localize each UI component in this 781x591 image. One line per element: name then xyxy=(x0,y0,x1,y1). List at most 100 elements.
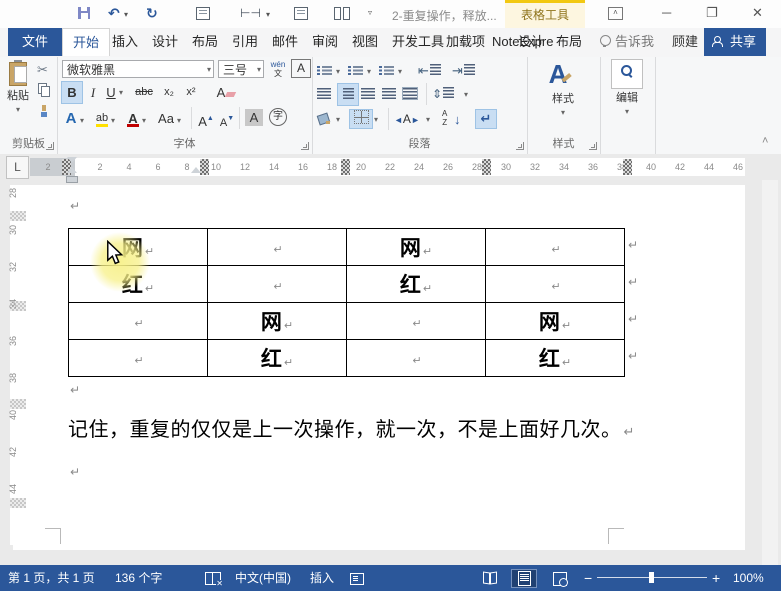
table-column-marker[interactable] xyxy=(482,159,491,175)
format-painter-icon[interactable] xyxy=(38,105,50,117)
table-cell[interactable]: 红↵ xyxy=(486,340,625,377)
zoom-out-button[interactable]: − xyxy=(584,565,592,591)
doc-table[interactable]: 网↵↵网↵↵红↵↵红↵↵↵网↵↵网↵↵红↵↵红↵ xyxy=(68,228,625,377)
table-cell[interactable]: ↵ xyxy=(208,266,347,303)
language-indicator[interactable]: 中文(中国) xyxy=(235,565,291,591)
vertical-ruler[interactable]: 283032343638404244 xyxy=(10,185,26,545)
distribute-icon[interactable] xyxy=(403,84,417,105)
styles-button[interactable]: A 样式▾ xyxy=(535,59,591,118)
highlight-dropdown-icon[interactable]: ▾ xyxy=(111,110,115,131)
two-pages-icon[interactable] xyxy=(334,7,350,19)
minimize-icon[interactable]: ─ xyxy=(662,5,671,21)
save-icon[interactable] xyxy=(78,7,90,19)
table-row-marker[interactable] xyxy=(10,498,26,508)
table-cell[interactable]: 红↵ xyxy=(208,340,347,377)
numbering-icon[interactable] xyxy=(348,61,364,82)
print-preview-icon[interactable] xyxy=(294,7,308,20)
character-border-icon[interactable]: A xyxy=(291,59,311,78)
right-indent-marker[interactable] xyxy=(191,167,201,173)
underline-button[interactable]: U xyxy=(103,82,119,103)
font-dialog-launcher-icon[interactable] xyxy=(301,142,309,150)
table-row-marker[interactable] xyxy=(10,399,26,409)
word-count[interactable]: 136 个字 xyxy=(115,565,162,591)
read-mode-icon[interactable] xyxy=(478,570,502,587)
ribbon-display-options-icon[interactable]: ˄ xyxy=(608,7,623,20)
superscript-button[interactable]: x² xyxy=(181,82,201,103)
styles-dialog-launcher-icon[interactable] xyxy=(589,142,597,150)
change-case-dropdown-icon[interactable]: ▾ xyxy=(177,110,181,131)
tab-table-layout[interactable]: 布局 xyxy=(546,28,592,56)
table-cell[interactable]: 网↵ xyxy=(486,303,625,340)
sort-icon[interactable]: AZ xyxy=(442,107,447,130)
cut-icon[interactable]: ✂ xyxy=(37,59,48,80)
table-cell[interactable]: ↵ xyxy=(69,303,208,340)
table-cell[interactable]: ↵ xyxy=(208,229,347,266)
increase-indent-icon[interactable]: ⇥ xyxy=(452,60,475,81)
text-effects-icon[interactable]: A xyxy=(62,108,80,129)
highlight-color-icon[interactable]: ab xyxy=(93,108,111,129)
font-size-combo[interactable]: 三号▾ xyxy=(218,60,264,78)
align-right-icon[interactable] xyxy=(361,84,375,105)
hanging-indent-marker[interactable] xyxy=(67,167,77,173)
shading-dropdown-icon[interactable]: ▾ xyxy=(336,109,340,130)
qat-customize-icon[interactable]: ▿ xyxy=(368,8,372,17)
change-case-button[interactable]: Aa xyxy=(155,108,177,129)
font-color-icon[interactable]: A xyxy=(124,108,142,129)
align-center-icon[interactable] xyxy=(338,84,358,105)
borders-dropdown-icon[interactable]: ▾ xyxy=(374,109,378,130)
proofing-icon[interactable] xyxy=(205,572,221,585)
bold-button[interactable]: B xyxy=(62,82,82,103)
table-row-marker[interactable] xyxy=(10,211,26,221)
table-cell[interactable]: 红↵ xyxy=(347,266,486,303)
table-column-marker[interactable] xyxy=(200,159,209,175)
table-column-marker[interactable] xyxy=(341,159,350,175)
table-row-marker[interactable] xyxy=(10,301,26,311)
character-shading-icon[interactable]: A xyxy=(245,109,263,126)
collapse-ribbon-icon[interactable]: ˄ xyxy=(762,135,768,147)
text-box-icon[interactable] xyxy=(196,7,210,20)
table-cell[interactable]: 网↵ xyxy=(208,303,347,340)
font-color-dropdown-icon[interactable]: ▾ xyxy=(142,110,146,131)
zoom-slider-thumb[interactable] xyxy=(649,572,654,583)
print-layout-icon[interactable] xyxy=(512,570,536,587)
paragraph-dialog-launcher-icon[interactable] xyxy=(516,142,524,150)
clear-formatting-icon[interactable]: A xyxy=(215,82,237,103)
left-indent-marker[interactable] xyxy=(66,176,78,183)
show-hide-marks-icon[interactable]: ↵ xyxy=(476,110,496,128)
vertical-scrollbar[interactable] xyxy=(762,180,778,565)
grow-font-button[interactable]: A▲ xyxy=(197,108,215,129)
table-cell[interactable]: ↵ xyxy=(486,266,625,303)
insert-mode-indicator[interactable]: 插入 xyxy=(310,565,334,591)
table-cell[interactable]: 网↵ xyxy=(347,229,486,266)
character-scaling-icon[interactable]: ◄A► xyxy=(394,109,420,130)
text-effects-dropdown-icon[interactable]: ▾ xyxy=(80,110,84,131)
table-cell[interactable]: ↵ xyxy=(347,303,486,340)
phonetic-guide-icon[interactable]: wén文 xyxy=(268,58,288,81)
underline-dropdown-icon[interactable]: ▾ xyxy=(119,82,123,103)
maximize-icon[interactable]: ❐ xyxy=(706,5,718,21)
strikethrough-button[interactable]: abc xyxy=(131,82,157,103)
share-button[interactable]: 共享 xyxy=(704,28,766,56)
borders-icon[interactable] xyxy=(350,110,372,128)
horizontal-ruler[interactable]: 2468101214161820222426283032343638404244… xyxy=(0,154,781,180)
multilevel-dropdown-icon[interactable]: ▾ xyxy=(398,61,402,82)
shrink-font-button[interactable]: A▼ xyxy=(218,108,236,129)
bullets-dropdown-icon[interactable]: ▾ xyxy=(336,61,340,82)
table-cell[interactable]: ↵ xyxy=(69,340,208,377)
undo-dropdown-icon[interactable]: ▾ xyxy=(124,10,128,19)
undo-icon[interactable]: ↶ xyxy=(108,5,120,21)
page-indicator[interactable]: 第 1 页，共 1 页 xyxy=(8,565,95,591)
close-icon[interactable]: ✕ xyxy=(752,5,763,21)
tell-me-box[interactable]: 告诉我 xyxy=(590,28,664,56)
justify-icon[interactable] xyxy=(382,84,396,105)
enclose-characters-icon[interactable]: 字 xyxy=(269,108,287,126)
document-canvas[interactable]: ↵ 网↵↵网↵↵红↵↵红↵↵↵网↵↵网↵↵红↵↵红↵ ↵↵↵↵ ↵ 记住，重复的… xyxy=(0,180,781,565)
zoom-slider[interactable] xyxy=(597,577,707,578)
tab-stop-selector[interactable]: L xyxy=(6,156,29,179)
align-left-icon[interactable] xyxy=(317,84,331,105)
table-column-marker[interactable] xyxy=(623,159,632,175)
zoom-level[interactable]: 100% xyxy=(733,565,764,591)
clipboard-dialog-launcher-icon[interactable] xyxy=(46,142,54,150)
decrease-indent-icon[interactable]: ⇤ xyxy=(418,60,441,81)
web-layout-icon[interactable] xyxy=(548,570,572,587)
